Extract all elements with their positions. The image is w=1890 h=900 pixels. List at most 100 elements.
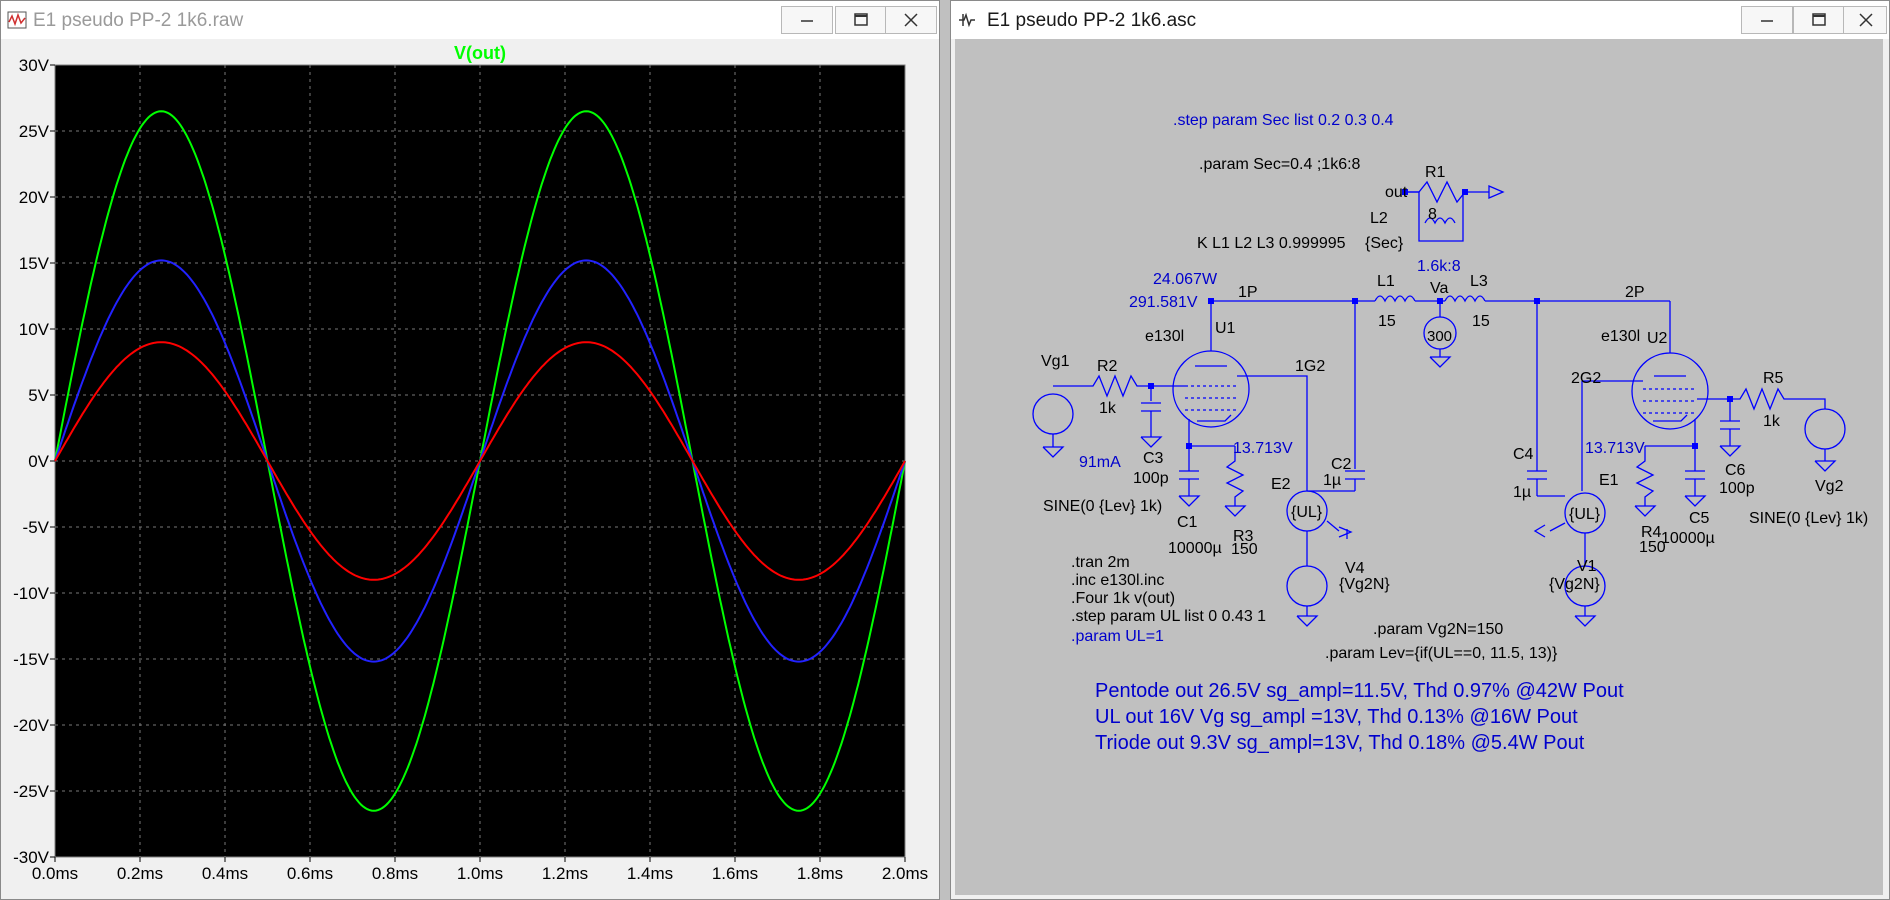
x-tick-label: 0.4ms	[202, 864, 248, 883]
x-tick-label: 0.6ms	[287, 864, 333, 883]
close-button[interactable]	[885, 6, 937, 34]
x-tick-label: 1.2ms	[542, 864, 588, 883]
maximize-button[interactable]	[1793, 6, 1845, 34]
label-l3-value: 15	[1472, 313, 1490, 330]
note-triode: Triode out 9.3V sg_ampl=13V, Thd 0.18% @…	[1095, 732, 1585, 754]
inc-directive: .inc e130l.inc	[1071, 572, 1164, 589]
y-tick-label: 25V	[19, 122, 50, 141]
supply-value: 300	[1427, 328, 1452, 345]
x-tick-label: 0.8ms	[372, 864, 418, 883]
label-vg2: Vg2	[1815, 478, 1844, 495]
x-tick-label: 1.0ms	[457, 864, 503, 883]
u1-label: U1	[1215, 320, 1236, 337]
label-vg1: Vg1	[1041, 353, 1070, 370]
y-tick-label: 10V	[19, 320, 50, 339]
maximize-button[interactable]	[835, 6, 887, 34]
y-tick-label: -10V	[13, 584, 50, 603]
x-tick-label: 1.4ms	[627, 864, 673, 883]
param-lev-directive: .param Lev={if(UL==0, 11.5, 13)}	[1325, 645, 1558, 662]
y-tick-label: 20V	[19, 188, 50, 207]
waveform-window-title: E1 pseudo PP-2 1k6.raw	[33, 10, 244, 31]
cathode-voltage-1: 13.713V	[1233, 440, 1293, 457]
schematic-icon	[959, 12, 975, 28]
sine1-spec: SINE(0 {Lev} 1k)	[1043, 498, 1162, 515]
net-2p-label: 2P	[1625, 284, 1645, 301]
schematic-canvas[interactable]: out R1 8 L2 {Sec} K L1 L2 L3 0.999995 .p…	[955, 39, 1883, 895]
maximize-icon	[1812, 13, 1826, 26]
x-tick-label: 1.6ms	[712, 864, 758, 883]
sine2-spec: SINE(0 {Lev} 1k)	[1749, 510, 1868, 527]
label-c1-value: 10000µ	[1168, 540, 1222, 557]
label-r5: R5	[1763, 370, 1784, 387]
turns-ratio-label: 1.6k:8	[1417, 258, 1461, 275]
four-directive: .Four 1k v(out)	[1071, 590, 1175, 607]
schematic-titlebar[interactable]: E1 pseudo PP-2 1k6.asc	[951, 1, 1889, 39]
param-vg2n-directive: .param Vg2N=150	[1373, 621, 1503, 638]
coupling-directive: K L1 L2 L3 0.999995	[1197, 235, 1346, 252]
label-r2-value: 1k	[1099, 400, 1117, 417]
close-icon	[1859, 13, 1873, 27]
label-c3-value: 100p	[1133, 470, 1169, 487]
param-ul-directive: .param UL=1	[1071, 628, 1164, 645]
y-tick-label: -30V	[13, 848, 50, 867]
label-l1-value: 15	[1378, 313, 1396, 330]
x-tick-label: 0.2ms	[117, 864, 163, 883]
waveform-plot-pane[interactable]: 0.0ms 0.2ms 0.4ms 0.6ms 0.8ms 1.0ms 1.2ms 1.4ms…	[5, 39, 935, 895]
y-tick-label: -20V	[13, 716, 50, 735]
power-readout: 24.067W	[1153, 271, 1218, 288]
label-c4: C4	[1513, 446, 1534, 463]
net-va-label: Va	[1430, 280, 1448, 297]
note-pentode: Pentode out 26.5V sg_ampl=11.5V, Thd 0.9…	[1095, 680, 1624, 702]
label-c6-value: 100p	[1719, 480, 1755, 497]
label-r1-value: 8	[1428, 206, 1437, 223]
waveform-titlebar[interactable]: E1 pseudo PP-2 1k6.raw	[1, 1, 939, 39]
minimize-icon	[801, 20, 813, 22]
u2-model: e130l	[1601, 328, 1640, 345]
step-sec-directive: .step param Sec list 0.2 0.3 0.4	[1173, 112, 1394, 129]
label-c5-value: 10000µ	[1661, 530, 1715, 547]
u1-model: e130l	[1145, 328, 1184, 345]
waveform-window[interactable]: E1 pseudo PP-2 1k6.raw 0.0ms 0.2ms 0.4ms 0.…	[0, 0, 940, 900]
label-r3-value: 150	[1231, 541, 1258, 558]
schematic-drawing[interactable]: out R1 8 L2 {Sec} K L1 L2 L3 0.999995 .p…	[955, 39, 1885, 897]
label-l2: L2	[1370, 210, 1388, 227]
label-e1-value: {UL}	[1569, 506, 1601, 523]
label-r2: R2	[1097, 358, 1118, 375]
minimize-button[interactable]	[781, 6, 833, 34]
close-icon	[904, 13, 918, 27]
schematic-window-title: E1 pseudo PP-2 1k6.asc	[987, 10, 1197, 31]
net-2g2-label: 2G2	[1571, 370, 1601, 387]
close-button[interactable]	[1843, 6, 1887, 34]
label-l2-value: {Sec}	[1365, 235, 1404, 252]
y-tick-label: -15V	[13, 650, 50, 669]
label-out: out	[1385, 184, 1408, 201]
label-e1: E1	[1599, 472, 1619, 489]
label-v4: V4	[1345, 560, 1365, 577]
label-l3: L3	[1470, 273, 1488, 290]
net-1p-label: 1P	[1238, 284, 1258, 301]
label-e2: E2	[1271, 476, 1291, 493]
y-tick-label: -5V	[23, 518, 50, 537]
label-l1: L1	[1377, 273, 1395, 290]
label-e2-value: {UL}	[1291, 504, 1323, 521]
voltage-1p-readout: 291.581V	[1129, 294, 1198, 311]
label-r5-value: 1k	[1763, 413, 1781, 430]
maximize-icon	[854, 13, 868, 26]
current-readout: 91mA	[1079, 454, 1121, 471]
y-tick-label: -25V	[13, 782, 50, 801]
label-c4-value: 1µ	[1513, 484, 1531, 501]
y-tick-label: 5V	[28, 386, 49, 405]
minimize-button[interactable]	[1741, 6, 1793, 34]
label-c6: C6	[1725, 462, 1746, 479]
step-ul-directive: .step param UL list 0 0.43 1	[1071, 608, 1266, 625]
waveform-chart[interactable]: 0.0ms 0.2ms 0.4ms 0.6ms 0.8ms 1.0ms 1.2ms 1.4ms…	[5, 39, 935, 897]
cathode-voltage-2: 13.713V	[1585, 440, 1645, 457]
note-ultralinear: UL out 16V Vg sg_ampl =13V, Thd 0.13% @1…	[1095, 706, 1578, 728]
param-sec-directive: .param Sec=0.4 ;1k6:8	[1199, 156, 1361, 173]
label-v4-value: {Vg2N}	[1339, 576, 1390, 593]
x-tick-label: 1.8ms	[797, 864, 843, 883]
schematic-window[interactable]: E1 pseudo PP-2 1k6.asc out R1 8 L2 {Sec}…	[950, 0, 1890, 900]
waveform-icon	[7, 11, 27, 29]
minimize-icon	[1761, 20, 1773, 22]
label-v1: V1	[1577, 558, 1597, 575]
